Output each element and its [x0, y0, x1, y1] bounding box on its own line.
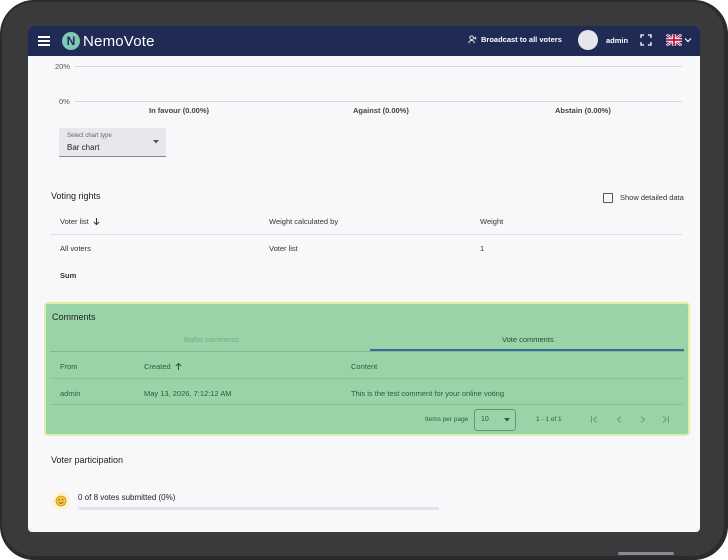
chart-type-select-label: Select chart type [67, 133, 112, 139]
voting-rights-sum-label: Sum [60, 271, 77, 280]
last-page-icon[interactable] [661, 415, 670, 424]
user-avatar[interactable] [578, 30, 598, 50]
col-weight: Weight [480, 217, 504, 226]
app-logo[interactable]: N NemoVote [62, 30, 155, 52]
x-tick-against: Against (0.00%) [353, 106, 409, 115]
col-voter-list-label: Voter list [60, 217, 89, 226]
items-per-page-value: 10 [481, 416, 489, 423]
comment-cell-from: admin [60, 389, 81, 398]
comments-row-divider [50, 404, 684, 405]
next-page-icon[interactable] [638, 415, 647, 424]
show-detailed-checkbox[interactable] [603, 193, 613, 203]
voter-participation-title: Voter participation [51, 455, 124, 465]
tab-ballot-comments[interactable]: Ballot comments [184, 335, 239, 344]
broadcast-button[interactable]: Broadcast to all voters [468, 35, 562, 44]
comments-panel: Comments Ballot comments Vote comments F… [44, 302, 690, 436]
col-from: From [60, 362, 78, 371]
fullscreen-icon[interactable] [640, 34, 652, 46]
hamburger-menu-icon[interactable] [38, 34, 50, 48]
first-page-icon[interactable] [590, 415, 599, 424]
language-chevron-icon[interactable] [684, 36, 692, 44]
chart-type-select-value: Bar chart [67, 143, 100, 152]
col-created[interactable]: Created [144, 362, 182, 371]
gridline-20 [75, 66, 682, 67]
x-axis-line [75, 101, 682, 102]
select-arrow-icon [153, 140, 159, 144]
participation-progress-bar [78, 507, 439, 510]
sort-down-icon [93, 218, 100, 226]
broadcast-label: Broadcast to all voters [481, 35, 562, 44]
comments-header-divider [50, 378, 684, 379]
uk-flag-icon[interactable] [666, 34, 682, 46]
app-screen: N NemoVote Broadcast to all voters admin [28, 26, 700, 532]
tablet-bezel: N NemoVote Broadcast to all voters admin [2, 2, 724, 556]
top-navigation-bar: N NemoVote Broadcast to all voters admin [28, 26, 700, 56]
comment-cell-created: May 13, 2026, 7:12:12 AM [144, 389, 232, 398]
previous-page-icon[interactable] [615, 415, 624, 424]
show-detailed-label[interactable]: Show detailed data [620, 193, 684, 202]
items-per-page-label: Items per page [425, 416, 469, 423]
voting-rights-cell-calculated-by: Voter list [269, 244, 298, 253]
comment-cell-content: This is the test comment for your online… [351, 389, 504, 398]
broadcast-icon [468, 35, 477, 44]
y-tick-20: 20% [55, 62, 71, 71]
voting-rights-title: Voting rights [51, 191, 101, 201]
tablet-frame: N NemoVote Broadcast to all voters admin [0, 0, 728, 560]
pager-select-arrow-icon [504, 418, 510, 422]
logo-mark: N [62, 32, 80, 50]
comments-title: Comments [52, 312, 96, 322]
smiley-icon [52, 492, 70, 510]
logo-text: NemoVote [83, 32, 155, 50]
pagination-range: 1 - 1 of 1 [536, 416, 562, 423]
col-voter-list[interactable]: Voter list [60, 217, 100, 226]
col-created-label: Created [144, 362, 171, 371]
voting-rights-cell-weight: 1 [480, 244, 485, 253]
user-name[interactable]: admin [606, 36, 628, 45]
sort-up-icon [175, 362, 182, 370]
col-weight-calculated-by: Weight calculated by [269, 217, 339, 226]
voting-rights-header-divider [50, 234, 682, 235]
y-tick-0: 0% [59, 97, 70, 106]
chart-type-select[interactable]: Select chart type Bar chart [59, 128, 166, 157]
x-tick-in-favour: In favour (0.00%) [149, 106, 210, 115]
comments-tab-divider [50, 351, 684, 352]
col-content: Content [351, 362, 378, 371]
voting-rights-cell-voter-list: All voters [60, 244, 91, 253]
x-tick-abstain: Abstain (0.00%) [555, 106, 611, 115]
participation-summary: 0 of 8 votes submitted (0%) [78, 493, 176, 502]
device-home-indicator [618, 552, 674, 555]
tab-vote-comments[interactable]: Vote comments [502, 335, 554, 344]
items-per-page-select[interactable]: 10 [474, 409, 516, 431]
